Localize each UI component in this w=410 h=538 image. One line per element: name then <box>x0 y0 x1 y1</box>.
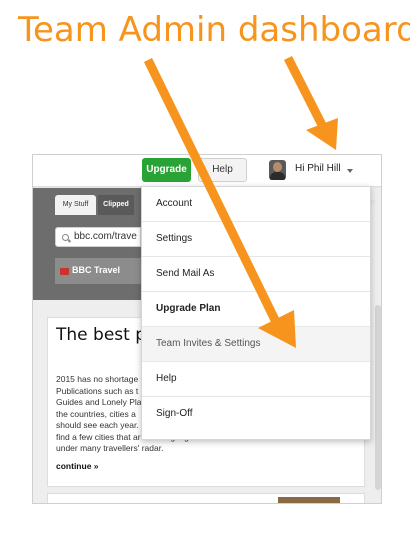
menu-item-team-invites[interactable]: Team Invites & Settings <box>142 327 370 362</box>
search-icon <box>62 234 69 241</box>
source-name: BBC Travel <box>72 265 121 275</box>
chevron-down-icon[interactable] <box>347 169 353 173</box>
tab-clipped[interactable]: Clipped <box>98 195 134 215</box>
arrow-to-user-menu <box>283 55 327 128</box>
tab-fragment[interactable]: n <box>371 199 375 206</box>
bbc-favicon-icon <box>60 268 69 275</box>
search-input[interactable]: bbc.com/trave <box>55 227 141 247</box>
scrollbar[interactable] <box>375 305 381 490</box>
search-value: bbc.com/trave <box>74 231 137 242</box>
page: Team Admin dashboard Upgrade Help Hi Phi… <box>0 0 410 538</box>
arrow-head-user-menu <box>306 118 338 150</box>
tab-my-stuff[interactable]: My Stuff <box>55 195 96 215</box>
help-button[interactable]: Help <box>198 158 247 182</box>
menu-item-send-mail-as[interactable]: Send Mail As <box>142 257 370 292</box>
menu-item-upgrade-plan[interactable]: Upgrade Plan <box>142 292 370 327</box>
user-dropdown-menu: Account Settings Send Mail As Upgrade Pl… <box>141 186 371 440</box>
menu-item-help[interactable]: Help <box>142 362 370 397</box>
menu-item-settings[interactable]: Settings <box>142 222 370 257</box>
next-article-card[interactable] <box>47 493 365 503</box>
avatar[interactable] <box>269 160 286 180</box>
continue-link[interactable]: continue » <box>56 461 99 471</box>
menu-item-sign-off[interactable]: Sign-Off <box>142 397 370 432</box>
upgrade-button[interactable]: Upgrade <box>142 158 191 182</box>
source-header[interactable]: BBC Travel <box>55 258 141 284</box>
annotation-title: Team Admin dashboard <box>18 10 410 50</box>
top-bar: Upgrade Help Hi Phil Hill <box>33 155 381 187</box>
app-screenshot: Upgrade Help Hi Phil Hill My Stuff Clipp… <box>32 154 382 504</box>
user-menu-toggle[interactable]: Hi Phil Hill <box>295 163 341 174</box>
article-thumbnail <box>278 497 340 503</box>
menu-item-account[interactable]: Account <box>142 187 370 222</box>
excerpt-line: under many travellers' radar. <box>56 443 164 453</box>
